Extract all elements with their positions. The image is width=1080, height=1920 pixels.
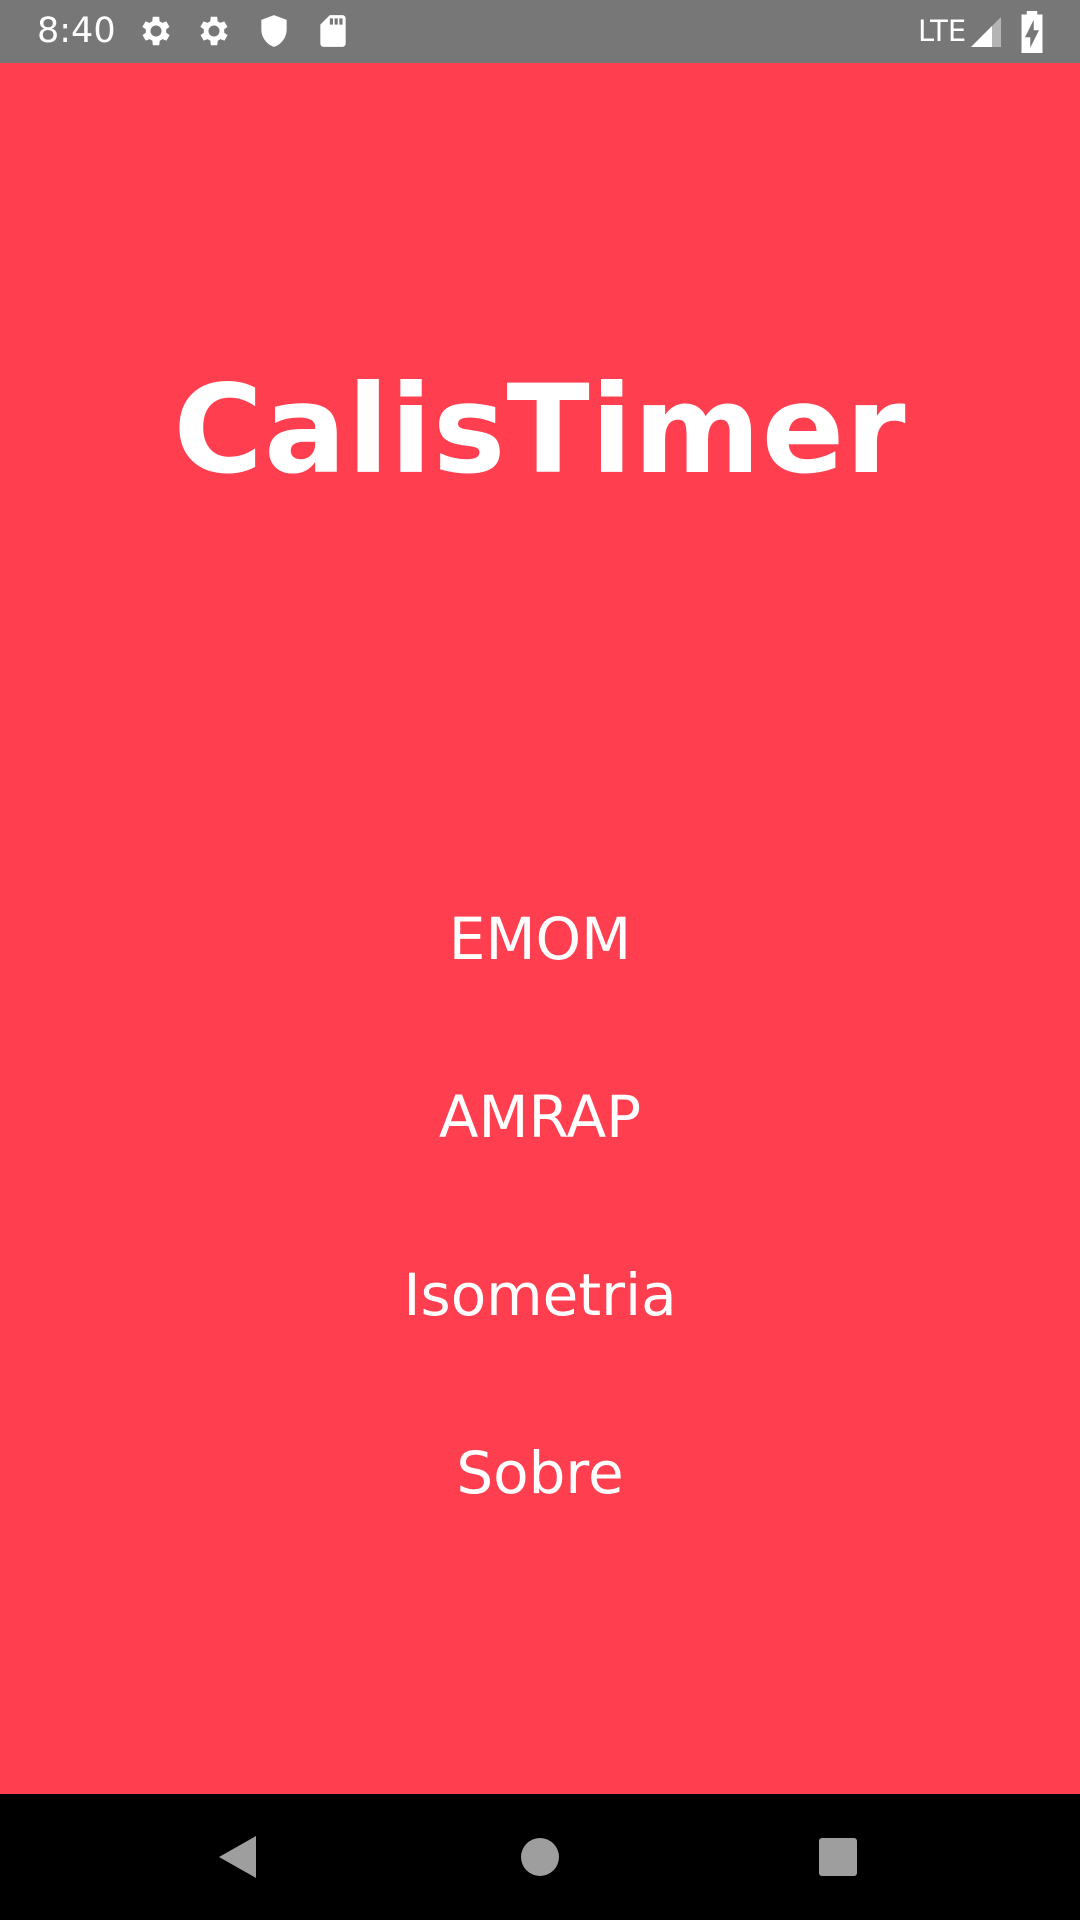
battery-charging-icon: [1018, 11, 1046, 53]
gear-icon: [195, 12, 233, 50]
gear-icon: [137, 12, 175, 50]
menu-item-isometria[interactable]: Isometria: [0, 1251, 1080, 1429]
app-title: CalisTimer: [173, 359, 907, 501]
home-icon[interactable]: [505, 1822, 575, 1892]
recents-icon[interactable]: [803, 1822, 873, 1892]
status-time: 8:40: [37, 11, 116, 51]
shield-icon: [255, 12, 293, 50]
network-type: LTE: [918, 14, 967, 48]
sd-card-icon: [314, 12, 352, 50]
navigation-bar: [0, 1794, 1080, 1920]
menu-item-sobre[interactable]: Sobre: [0, 1429, 1080, 1607]
menu-item-emom[interactable]: EMOM: [0, 895, 1080, 1073]
signal-icon: [968, 14, 1004, 50]
menu-item-amrap[interactable]: AMRAP: [0, 1073, 1080, 1251]
back-icon[interactable]: [203, 1822, 273, 1892]
main-menu: EMOM AMRAP Isometria Sobre: [0, 895, 1080, 1607]
status-bar: 8:40 LTE: [0, 0, 1080, 63]
